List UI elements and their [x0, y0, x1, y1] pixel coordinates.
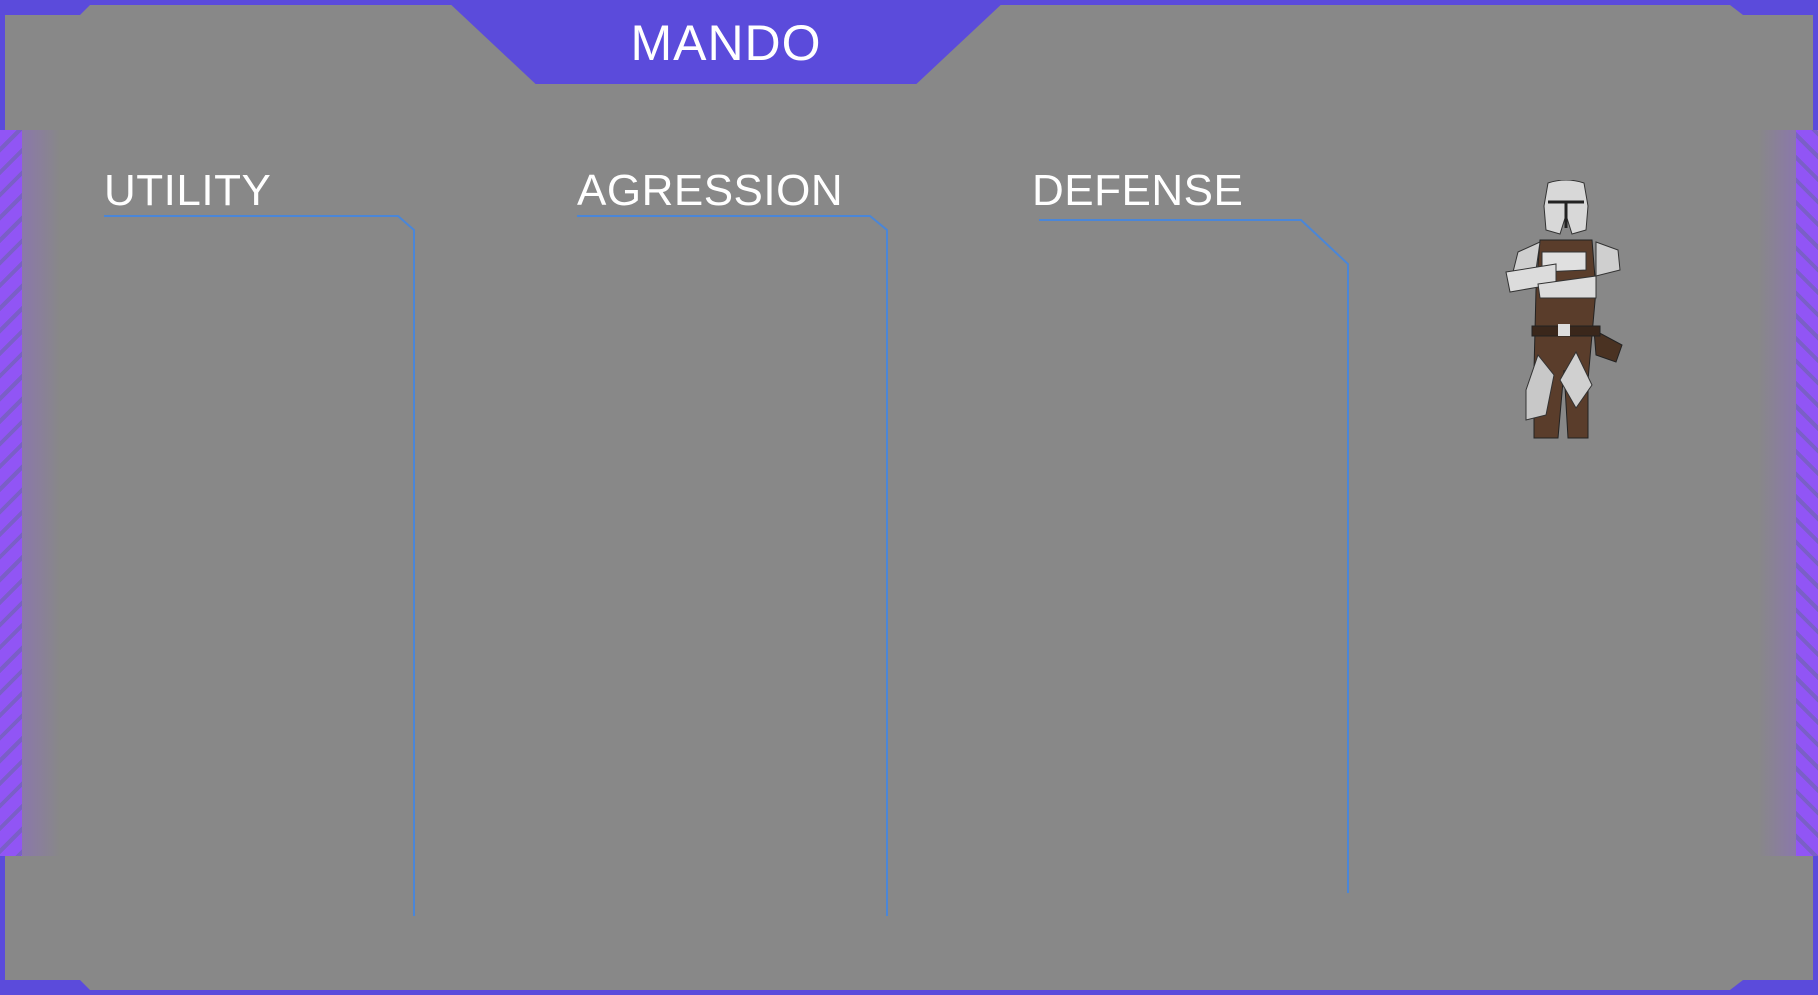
agression-column-line: [577, 215, 888, 916]
utility-column-line: [104, 215, 415, 916]
mandalorian-character-icon: [1505, 180, 1623, 439]
defense-column-line: [1039, 219, 1349, 893]
column-divider-lines: [104, 215, 1349, 916]
